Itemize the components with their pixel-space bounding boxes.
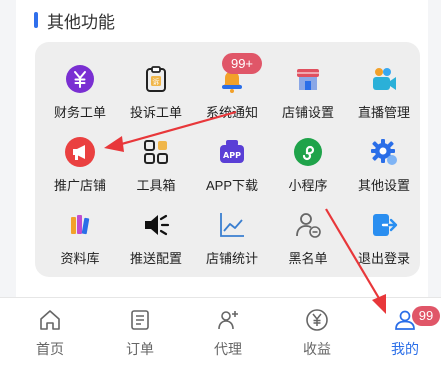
tab-earnings[interactable]: 收益 (282, 298, 352, 367)
grid-item-label: 推广店铺 (53, 178, 106, 193)
line-chart-icon (215, 208, 249, 242)
grid-item-blacklist[interactable]: 黑名单 (268, 208, 348, 268)
grid-item-label: 店铺设置 (281, 105, 334, 120)
grid-item-app-download[interactable]: APP APP下载 (192, 135, 272, 195)
tab-label: 首页 (36, 341, 64, 357)
grid-item-label: 其他设置 (357, 178, 410, 193)
complaint-clipboard-icon: 诉 (139, 62, 173, 96)
grid-item-label: 系统通知 (205, 105, 258, 120)
grid-item-store-stats[interactable]: 店铺统计 (192, 208, 272, 268)
user-add-icon (216, 308, 240, 332)
video-camera-icon (367, 62, 401, 96)
grid-item-toolbox[interactable]: 工具箱 (116, 135, 196, 195)
grid-item-logout[interactable]: 退出登录 (344, 208, 424, 268)
home-icon (38, 308, 62, 332)
notification-badge: 99+ (222, 53, 262, 74)
tab-label: 收益 (303, 341, 331, 357)
app-download-icon: APP (215, 135, 249, 169)
function-grid: 财务工单 诉 投诉工单 系统通知 店铺设置 直播管理 推广店铺 工具箱 APP … (35, 42, 420, 277)
grid-item-label: 财务工单 (53, 105, 106, 120)
grid-item-live-management[interactable]: 直播管理 (344, 62, 424, 122)
svg-text:APP: APP (223, 151, 241, 160)
section-title: 其他功能 (34, 8, 115, 32)
grid-item-promote-store[interactable]: 推广店铺 (40, 135, 120, 195)
grid-item-library[interactable]: 资料库 (40, 208, 120, 268)
grid-item-label: 黑名单 (288, 251, 328, 266)
grid-item-label: 店铺统计 (205, 251, 258, 266)
order-list-icon (128, 308, 152, 332)
section-title-bar (34, 12, 38, 28)
grid-item-store-settings[interactable]: 店铺设置 (268, 62, 348, 122)
speaker-icon (139, 208, 173, 242)
grid-item-label: 工具箱 (136, 178, 176, 193)
tab-mine-badge: 99 (412, 306, 440, 326)
grid-item-other-settings[interactable]: 其他设置 (344, 135, 424, 195)
grid-item-finance-order[interactable]: 财务工单 (40, 62, 120, 122)
tab-agent[interactable]: 代理 (193, 298, 263, 367)
store-icon (291, 62, 325, 96)
yen-circle-icon (63, 62, 97, 96)
svg-text:诉: 诉 (153, 77, 160, 86)
user-block-icon (291, 208, 325, 242)
grid-item-label: 小程序 (288, 178, 328, 193)
tab-label: 订单 (126, 341, 154, 357)
tab-label: 代理 (214, 341, 242, 357)
grid-item-mini-program[interactable]: 小程序 (268, 135, 348, 195)
grid-item-complaint-order[interactable]: 诉 投诉工单 (116, 62, 196, 122)
gear-icon (367, 135, 401, 169)
other-functions-card: 其他功能 财务工单 诉 投诉工单 系统通知 店铺设置 直播管理 推广店铺 工具箱… (16, 0, 428, 297)
tab-orders[interactable]: 订单 (105, 298, 175, 367)
yen-circle-icon (305, 308, 329, 332)
grid-item-push-config[interactable]: 推送配置 (116, 208, 196, 268)
grid-item-label: 退出登录 (357, 251, 410, 266)
bottom-tab-bar: 首页 订单 代理 收益 我的 (0, 297, 441, 367)
grid-item-label: 资料库 (60, 251, 100, 266)
grid-item-label: APP下载 (205, 178, 258, 193)
tab-label: 我的 (391, 341, 419, 357)
megaphone-icon (63, 135, 97, 169)
books-icon (63, 208, 97, 242)
toolbox-grid-icon (139, 135, 173, 169)
grid-item-label: 投诉工单 (129, 105, 182, 120)
mini-program-icon (291, 135, 325, 169)
grid-item-label: 直播管理 (357, 105, 410, 120)
logout-icon (367, 208, 401, 242)
grid-item-label: 推送配置 (129, 251, 182, 266)
section-title-text: 其他功能 (47, 12, 115, 32)
tab-home[interactable]: 首页 (15, 298, 85, 367)
